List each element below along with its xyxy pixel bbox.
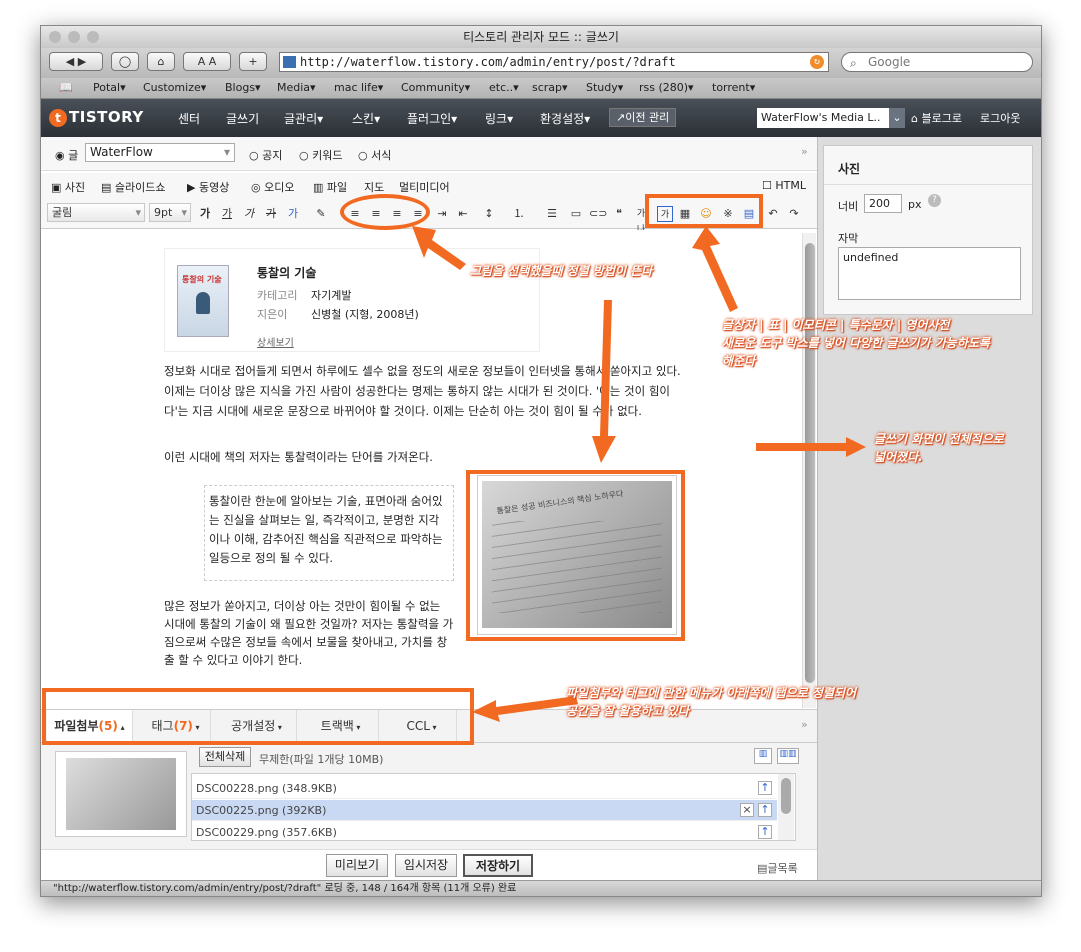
annotation-arrows bbox=[412, 226, 866, 722]
arrow-icon bbox=[472, 696, 578, 722]
annotation-align: 그림을 선택했을때 정렬 방법이 뜬다 bbox=[470, 264, 653, 278]
annotation-width: 글쓰기 화면이 전체적으로 넓어졌다. bbox=[874, 432, 1004, 464]
arrow-icon bbox=[412, 226, 466, 270]
annotation-tabs: 파일첨부와 태그에 관한 메뉴가 아래쪽에 탭으로 정렬되어 공간을 잘 활용하… bbox=[566, 686, 857, 718]
arrow-icon bbox=[592, 300, 616, 463]
arrow-icon bbox=[756, 437, 866, 457]
annotation-toolbox: 글상자 | 표 | 이모티콘 | 특수문자 | 영어사전 새로운 도구 박스를 … bbox=[722, 318, 990, 368]
